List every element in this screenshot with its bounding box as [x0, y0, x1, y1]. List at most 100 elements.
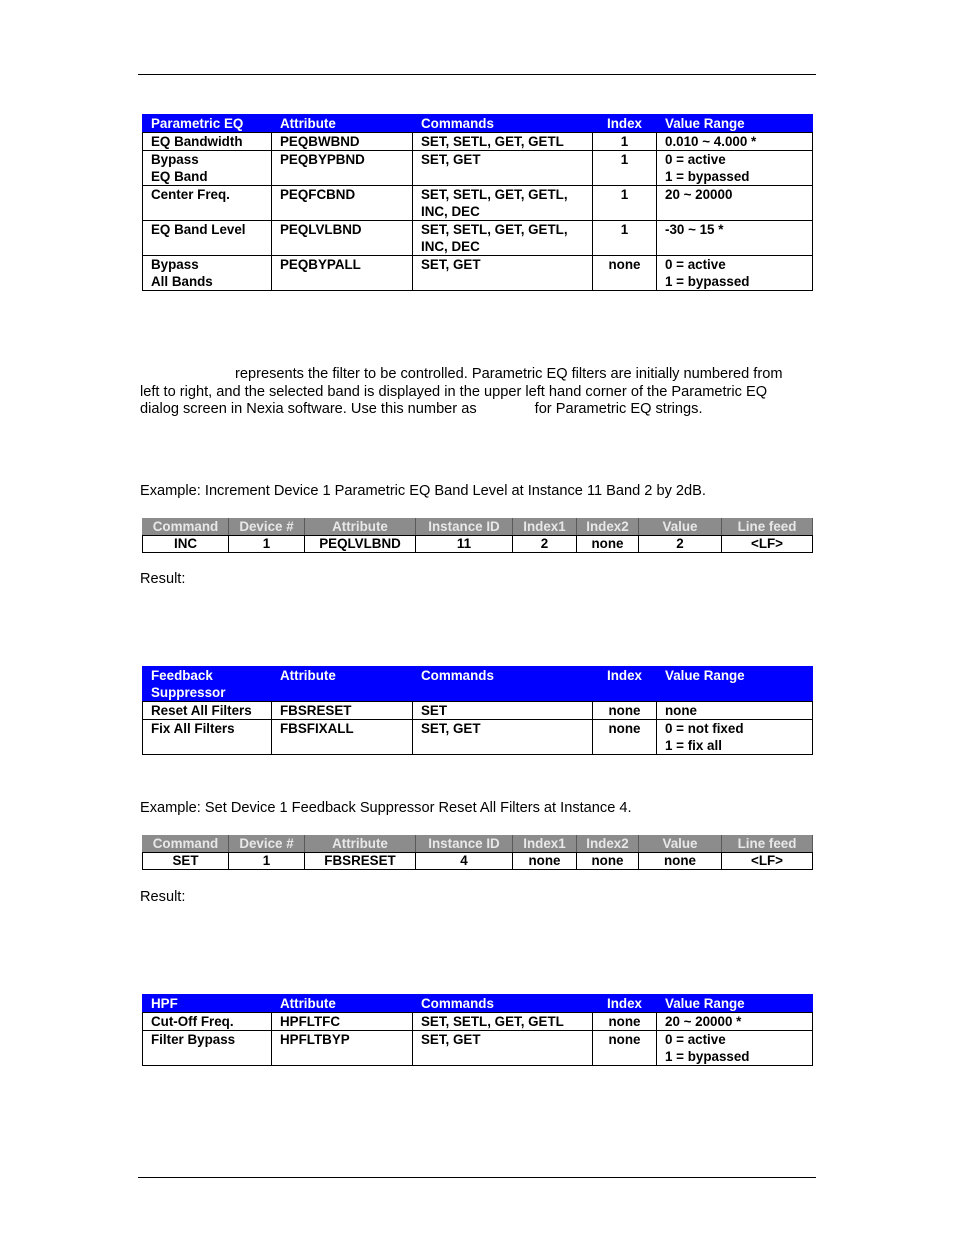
commands-cell: SET, SETL, GET, GETL [412, 1012, 593, 1031]
hpf-table: HPF Attribute Commands Index Value Range… [142, 994, 813, 1066]
table-row: Filter Bypass HPFLTBYP SET, GET none 0 = act… [142, 1030, 813, 1066]
column-header: Feedback Suppressor [142, 666, 272, 702]
command-value-cell: none [576, 852, 639, 870]
column-header: Command [142, 518, 229, 536]
feedback-suppressor-table: Feedback Suppressor Attribute Commands In… [142, 666, 813, 755]
cell-line: 0 = not fixed [665, 721, 744, 736]
column-header: Device # [228, 518, 305, 536]
value-range-cell: 0.010 ~ 4.000 * [656, 132, 813, 151]
column-header: Device # [228, 835, 305, 853]
header-line: Suppressor [151, 685, 226, 700]
peq-example-command-table: Command Device # Attribute Instance ID Index… [142, 518, 813, 553]
table-row: Cut-Off Freq. HPFLTFC SET, SETL, GET, GETL… [142, 1012, 813, 1031]
row-name-cell: Bypass EQ Band [142, 150, 272, 186]
index-cell: none [592, 719, 657, 755]
commands-cell: SET, GET [412, 255, 593, 291]
command-value-cell: PEQLVLBND [304, 535, 416, 553]
table-header-row: HPF Attribute Commands Index Value Range [142, 994, 813, 1013]
row-name-cell: EQ Band Level [142, 220, 272, 256]
cell-line: SET, SETL, GET, GETL [421, 134, 564, 149]
attribute-cell: PEQBWBND [271, 132, 413, 151]
column-header: Line feed [721, 518, 813, 536]
command-value-cell: none [638, 852, 722, 870]
cell-line: 20 ~ 20000 [665, 187, 733, 202]
command-value-cell: FBSRESET [304, 852, 416, 870]
attribute-cell: FBSRESET [271, 701, 413, 720]
parametric-eq-table: Parametric EQ Attribute Commands Index V… [142, 114, 813, 291]
cell-line: 1 = bypassed [665, 274, 750, 289]
header-line: Feedback [151, 668, 213, 683]
column-header: Value Range [656, 114, 813, 133]
cell-line: SET, GET [421, 257, 481, 272]
fbs-example-command-table: Command Device # Attribute Instance ID Index… [142, 835, 813, 870]
command-value-cell: 2 [638, 535, 722, 553]
cell-line: Bypass [151, 152, 199, 167]
cell-line: SET, GET [421, 1032, 481, 1047]
row-name-cell: Center Freq. [142, 185, 272, 221]
cell-line: 0 = active [665, 1032, 726, 1047]
table-row: SET 1 FBSRESET 4 none none none <LF> [142, 852, 813, 870]
column-header: Index [592, 666, 657, 702]
command-value-cell: 1 [228, 852, 305, 870]
index-cell: 1 [592, 150, 657, 186]
column-header: Attribute [271, 994, 413, 1013]
command-value-cell: <LF> [721, 852, 813, 870]
table-row: Bypass All Bands PEQBYPALL SET, GET none 0 = … [142, 255, 813, 291]
attribute-cell: PEQBYPALL [271, 255, 413, 291]
command-value-cell: 4 [415, 852, 513, 870]
column-header: Index1 [512, 835, 577, 853]
cell-line: 0 = active [665, 152, 726, 167]
value-range-cell: 0 = active 1 = bypassed [656, 150, 813, 186]
command-value-cell: SET [142, 852, 229, 870]
column-header: Value Range [656, 666, 813, 702]
row-name-cell: Reset All Filters [142, 701, 272, 720]
column-header: Attribute [304, 835, 416, 853]
table-row: Bypass EQ Band PEQBYPBND SET, GET 1 0 = activ… [142, 150, 813, 186]
cell-line: EQ Bandwidth [151, 134, 243, 149]
commands-cell: SET, SETL, GET, GETL, INC, DEC [412, 220, 593, 256]
column-header: Parametric EQ [142, 114, 272, 133]
index-cell: none [592, 1030, 657, 1066]
column-header: Attribute [271, 114, 413, 133]
fbs-result-label: Result: [140, 889, 186, 905]
cell-line: 0.010 ~ 4.000 * [665, 134, 757, 149]
row-name-cell: EQ Bandwidth [142, 132, 272, 151]
cell-line: Filter Bypass [151, 1032, 236, 1047]
index-cell: none [592, 701, 657, 720]
peq-description-part2: for Parametric EQ strings. [534, 401, 703, 417]
cell-line: -30 ~ 15 * [665, 222, 724, 237]
attribute-cell: PEQLVLBND [271, 220, 413, 256]
cell-line: 1 = bypassed [665, 1049, 750, 1064]
cell-line: Cut-Off Freq. [151, 1014, 234, 1029]
row-name-cell: Fix All Filters [142, 719, 272, 755]
column-header: Index1 [512, 518, 577, 536]
cell-line: Bypass [151, 257, 199, 272]
index-cell: 1 [592, 220, 657, 256]
index-cell: none [592, 255, 657, 291]
cell-line: INC, DEC [421, 204, 480, 219]
command-value-cell: none [512, 852, 577, 870]
cell-line: 1 = fix all [665, 738, 722, 753]
column-header: Index [592, 994, 657, 1013]
table-header-row: Feedback Suppressor Attribute Commands In… [142, 666, 813, 702]
index-cell: none [592, 1012, 657, 1031]
attribute-cell: PEQBYPBND [271, 150, 413, 186]
column-header: Index2 [576, 835, 639, 853]
column-header: Attribute [271, 666, 413, 702]
attribute-cell: HPFLTBYP [271, 1030, 413, 1066]
value-range-cell: -30 ~ 15 * [656, 220, 813, 256]
peq-description: represents the filter to be controlled. … [140, 366, 800, 419]
footer-rule [138, 1177, 816, 1178]
attribute-cell: FBSFIXALL [271, 719, 413, 755]
value-range-cell: 0 = not fixed 1 = fix all [656, 719, 813, 755]
column-header: Value [638, 518, 722, 536]
cell-line: none [665, 703, 697, 718]
cell-line: SET, SETL, GET, GETL [421, 1014, 564, 1029]
cell-line: 0 = active [665, 257, 726, 272]
commands-cell: SET, GET [412, 719, 593, 755]
table-header-row: Command Device # Attribute Instance ID Index… [142, 518, 813, 536]
table-header-row: Parametric EQ Attribute Commands Index V… [142, 114, 813, 133]
cell-line: Center Freq. [151, 187, 230, 202]
attribute-cell: PEQFCBND [271, 185, 413, 221]
cell-line: 20 ~ 20000 * [665, 1014, 742, 1029]
